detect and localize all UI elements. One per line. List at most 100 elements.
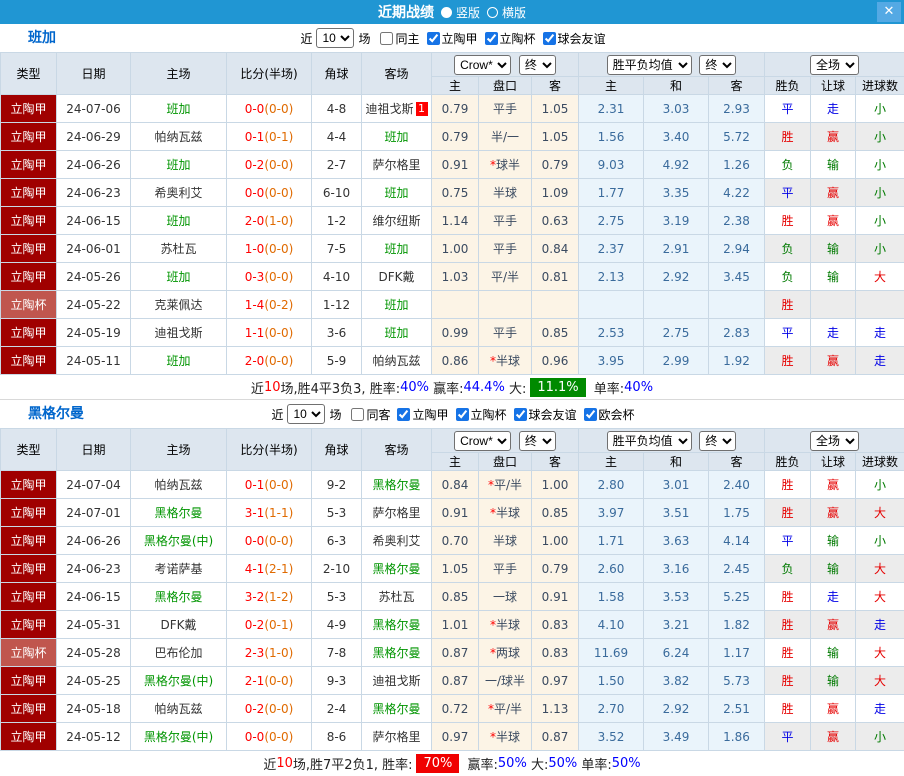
date-cell: 24-05-11: [57, 347, 131, 375]
result-cell: 胜: [765, 207, 811, 235]
home-odds-cell: 0.87: [432, 667, 479, 695]
same-side-checkbox[interactable]: [351, 408, 364, 421]
odds-company-select[interactable]: Crow*: [454, 55, 511, 75]
home-odds-cell: 0.99: [432, 319, 479, 347]
summary-segment: 赢率:: [463, 754, 498, 773]
scope-select[interactable]: 全场: [810, 431, 859, 451]
odds-final-select[interactable]: 终: [519, 431, 556, 451]
league-filter-checkbox[interactable]: [514, 408, 527, 421]
team-name: 班加: [28, 24, 56, 52]
subcol-handicap: 盘口: [479, 453, 532, 471]
corner-cell: 7-5: [312, 235, 362, 263]
score-cell: 0-0(0-0): [227, 527, 312, 555]
league-filter-checkbox[interactable]: [397, 408, 410, 421]
halftime-score: (0-0): [264, 270, 293, 284]
fulltime-score: 3-1: [245, 506, 265, 520]
table-row: 立陶甲24-06-23希奥利艾0-0(0-0)6-10班加0.75半球1.091…: [1, 179, 904, 207]
avg-home-cell: 3.52: [579, 723, 644, 751]
games-count-select[interactable]: 10: [287, 404, 325, 424]
score-cell: 4-1(2-1): [227, 555, 312, 583]
result-cell: 胜: [765, 499, 811, 527]
horizontal-layout-radio[interactable]: [487, 7, 498, 18]
league-cell: 立陶甲: [1, 207, 57, 235]
halftime-score: (1-2): [264, 590, 293, 604]
subcol-handicap: 盘口: [479, 77, 532, 95]
handicap-cell: *半球: [479, 611, 532, 639]
handicap-cell: *平/半: [479, 695, 532, 723]
halftime-score: (0-0): [264, 186, 293, 200]
odds-company-select[interactable]: Crow*: [454, 431, 511, 451]
home-team-cell: 黑格尔曼: [131, 583, 227, 611]
halftime-score: (0-0): [264, 730, 293, 744]
handicap-cell: 一球: [479, 583, 532, 611]
avg-home-cell: 3.95: [579, 347, 644, 375]
avg-away-cell: 1.86: [709, 723, 765, 751]
league-cell: 立陶杯: [1, 291, 57, 319]
handicap-cell: 平/半: [479, 263, 532, 291]
goals-result-cell: 小: [856, 723, 904, 751]
summary-segment: 近: [263, 754, 276, 773]
handicap-cell: *球半: [479, 151, 532, 179]
table-row: 立陶甲24-05-26班加0-3(0-0)4-10DFK戴1.03平/半0.81…: [1, 263, 904, 291]
league-cell: 立陶甲: [1, 583, 57, 611]
summary-segment: 大:: [505, 378, 527, 397]
league-filter-checkbox[interactable]: [543, 32, 556, 45]
same-side-label: 同主: [395, 30, 419, 47]
avg-type-select[interactable]: 胜平负均值: [607, 431, 692, 451]
subcol-odds-away: 客: [532, 453, 579, 471]
odds-final-select[interactable]: 终: [519, 55, 556, 75]
home-team-cell: 班加: [131, 207, 227, 235]
odds-group-header: Crow* 终: [432, 53, 579, 77]
table-row: 立陶甲24-06-01苏杜瓦1-0(0-0)7-5班加1.00平手0.842.3…: [1, 235, 904, 263]
games-count-select[interactable]: 10: [316, 28, 354, 48]
away-odds-cell: 0.85: [532, 499, 579, 527]
table-row: 立陶甲24-06-15班加2-0(1-0)1-2维尔纽斯1.14平手0.632.…: [1, 207, 904, 235]
home-team-cell: 克莱佩达: [131, 291, 227, 319]
handicap-result-cell: 输: [811, 555, 856, 583]
early-odds-star: *: [490, 646, 496, 660]
table-row: 立陶甲24-07-04帕纳瓦兹0-1(0-0)9-2黑格尔曼0.84*平/半1.…: [1, 471, 904, 499]
subcol-avg-away: 客: [709, 453, 765, 471]
avg-home-cell: 2.70: [579, 695, 644, 723]
league-filter-checkbox[interactable]: [456, 408, 469, 421]
result-cell: 平: [765, 95, 811, 123]
subcol-odds-home: 主: [432, 453, 479, 471]
away-odds-cell: 0.79: [532, 555, 579, 583]
col-header-type: 类型: [1, 53, 57, 95]
handicap-cell: 一/球半: [479, 667, 532, 695]
avg-type-select[interactable]: 胜平负均值: [607, 55, 692, 75]
fulltime-score: 0-2: [245, 702, 265, 716]
avg-away-cell: 2.93: [709, 95, 765, 123]
home-odds-cell: 0.86: [432, 347, 479, 375]
league-filter-checkbox[interactable]: [427, 32, 440, 45]
avg-draw-cell: 4.92: [644, 151, 709, 179]
goals-result-cell: 大: [856, 667, 904, 695]
scope-select[interactable]: 全场: [810, 55, 859, 75]
away-odds-cell: 0.81: [532, 263, 579, 291]
handicap-result-cell: 赢: [811, 723, 856, 751]
corner-cell: 8-6: [312, 723, 362, 751]
subcol-goals-result: 进球数: [856, 453, 904, 471]
avg-home-cell: 2.31: [579, 95, 644, 123]
avg-home-cell: 2.80: [579, 471, 644, 499]
home-team-cell: 苏杜瓦: [131, 235, 227, 263]
league-cell: 立陶甲: [1, 471, 57, 499]
score-cell: 1-0(0-0): [227, 235, 312, 263]
league-filter-checkbox[interactable]: [485, 32, 498, 45]
same-side-checkbox[interactable]: [380, 32, 393, 45]
league-filter-checkbox[interactable]: [584, 408, 597, 421]
league-filter-label: 立陶甲: [412, 406, 448, 423]
home-odds-cell: 0.79: [432, 95, 479, 123]
summary-segment: 场,胜7平2负1, 胜率:: [293, 754, 413, 773]
home-odds-cell: 0.97: [432, 723, 479, 751]
same-side-label: 同客: [366, 406, 390, 423]
home-team-cell: 班加: [131, 151, 227, 179]
avg-final-select[interactable]: 终: [699, 431, 736, 451]
vertical-layout-radio[interactable]: [441, 7, 452, 18]
corner-cell: 9-3: [312, 667, 362, 695]
close-button[interactable]: ✕: [877, 2, 901, 22]
avg-draw-cell: 3.63: [644, 527, 709, 555]
table-row: 立陶甲24-07-06班加0-0(0-0)4-8迪祖戈斯10.79平手1.052…: [1, 95, 904, 123]
avg-home-cell: 2.75: [579, 207, 644, 235]
avg-final-select[interactable]: 终: [699, 55, 736, 75]
